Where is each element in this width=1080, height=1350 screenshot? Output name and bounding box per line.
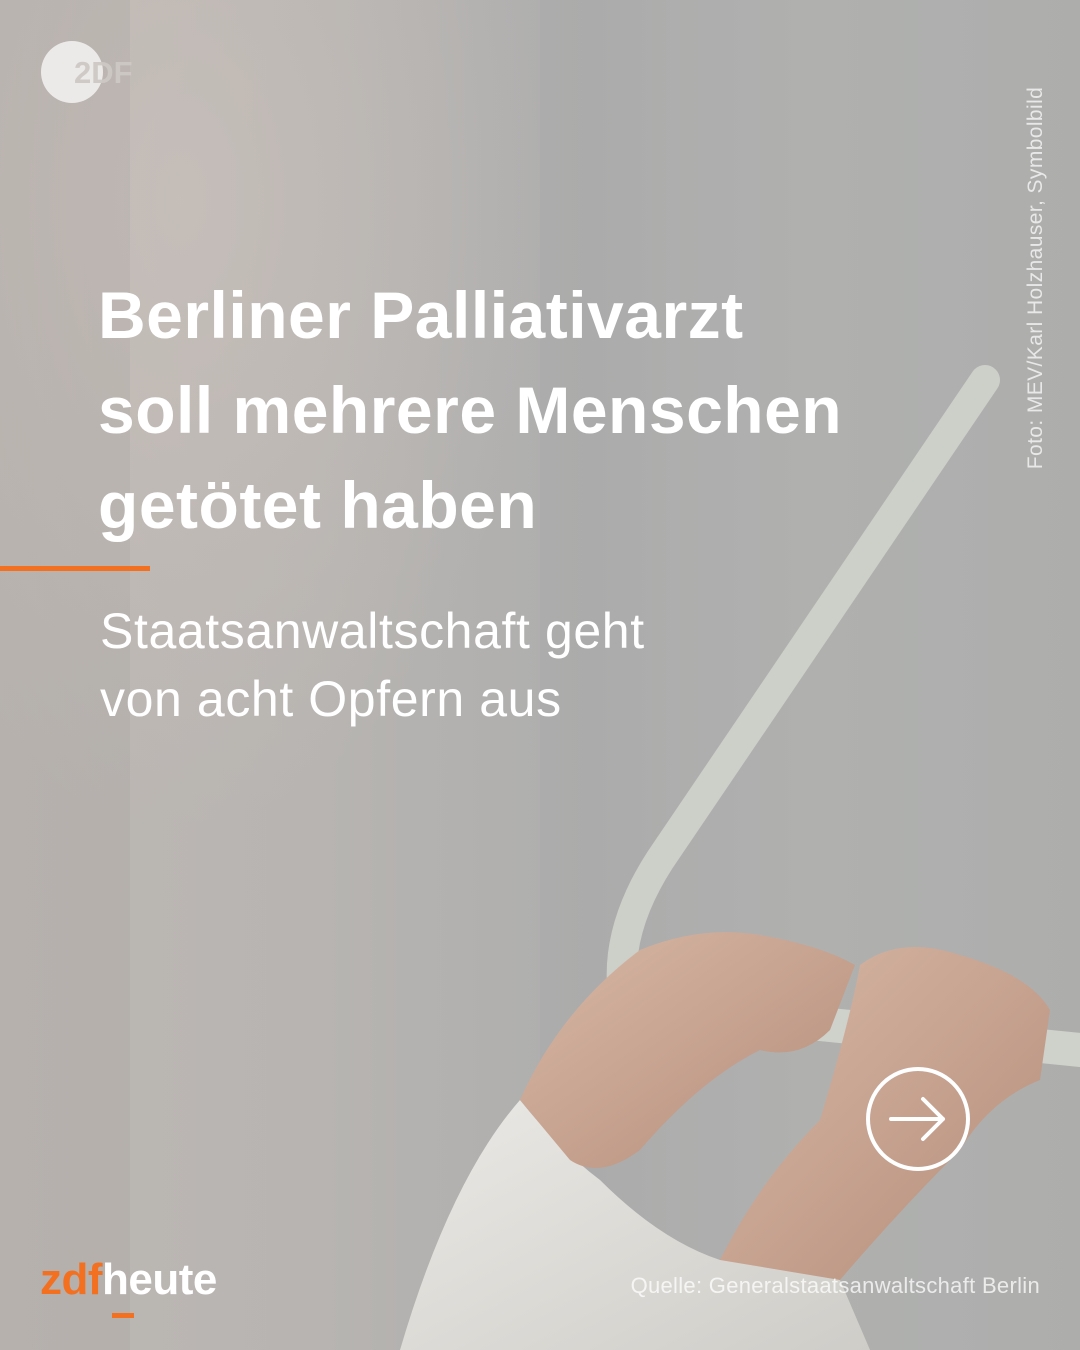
headline-line-2: soll mehrere Menschen: [98, 373, 843, 447]
headline-line-1: Berliner Palliativarzt: [98, 278, 744, 352]
subheadline-line-1: Staatsanwaltschaft geht: [100, 603, 645, 659]
zdfheute-brand-logo: zdfheute: [40, 1250, 217, 1322]
brand-zdf: zdf: [40, 1255, 103, 1304]
headline: Berliner Palliativarzt soll mehrere Mens…: [98, 268, 998, 553]
photo-credit: Foto: MEV/Karl Holzhauser, Symbolbild: [1024, 86, 1047, 470]
zdf-logo: 2DF: [41, 41, 133, 103]
arrow-right-circle-icon[interactable]: [865, 1066, 971, 1172]
headline-line-3: getötet haben: [98, 468, 538, 542]
subheadline: Staatsanwaltschaft geht von acht Opfern …: [100, 597, 1000, 733]
subheadline-line-2: von acht Opfern aus: [100, 671, 562, 727]
post-canvas: 2DF Foto: MEV/Karl Holzhauser, Symbolbil…: [0, 0, 1080, 1350]
source-note: Quelle: Generalstaatsanwaltschaft Berlin: [630, 1273, 1040, 1298]
accent-divider: [0, 566, 150, 571]
svg-text:2DF: 2DF: [74, 55, 133, 90]
brand-heute: heute: [102, 1255, 217, 1304]
